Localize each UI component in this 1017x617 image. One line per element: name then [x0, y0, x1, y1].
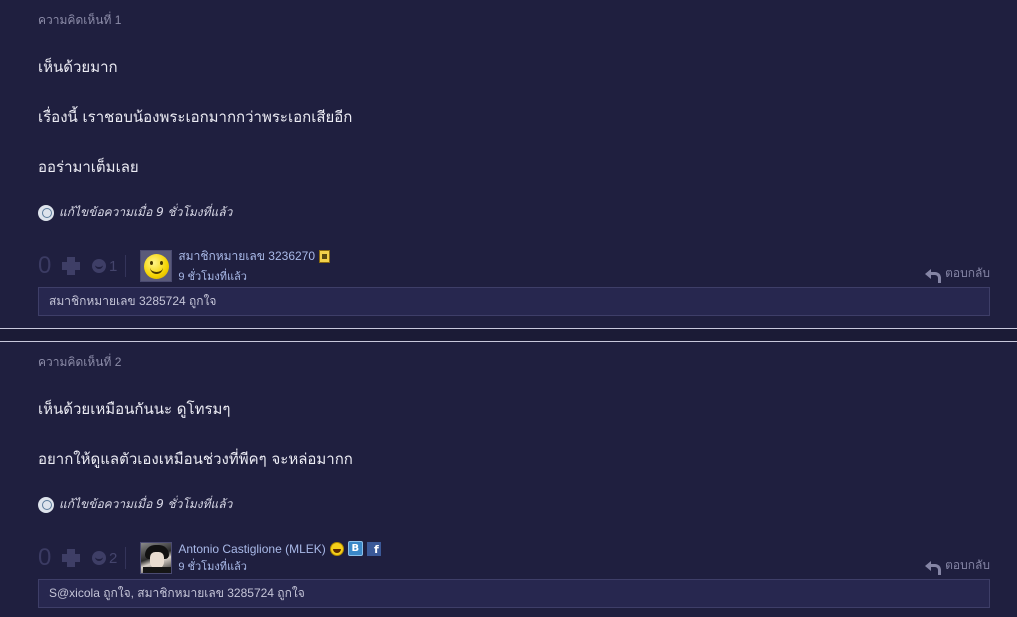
post-time: 9 ชั่วโมงที่แล้ว [178, 271, 247, 283]
vote-count: 0 [38, 252, 52, 279]
edit-note[interactable]: แก้ไขข้อความเมื่อ 9 ชั่วโมงที่แล้ว [38, 495, 232, 514]
reply-arrow-icon [925, 560, 942, 575]
avatar[interactable] [140, 542, 173, 574]
edit-note-text: แก้ไขข้อความเมื่อ 9 ชั่วโมงที่แล้ว [59, 205, 233, 219]
comment-toolbar: 0 2 Antonio Castiglione (MLEK) B f 9 ชั่… [38, 541, 381, 575]
emotion-icon[interactable] [92, 259, 106, 273]
likes-box: S@xicola ถูกใจ, สมาชิกหมายเลข 3285724 ถู… [38, 579, 990, 608]
toolbar-divider [125, 255, 127, 277]
facebook-icon[interactable]: f [366, 541, 381, 556]
comment-text-line: เห็นด้วยมาก [38, 58, 118, 76]
avatar[interactable] [140, 250, 173, 282]
emotion-icon[interactable] [92, 551, 106, 565]
plus-vote-icon[interactable] [60, 547, 82, 569]
reply-label: ตอบกลับ [945, 558, 990, 572]
comment-text-line: เห็นด้วยเหมือนกันนะ ดูโทรมๆ [38, 400, 231, 418]
comment-toolbar: 0 1 สมาชิกหมายเลข 3236270 9 ชั่วโมงที่แล… [38, 247, 331, 285]
emotion-count[interactable]: 1 [109, 258, 117, 275]
vote-count: 0 [38, 544, 52, 571]
reply-label: ตอบกลับ [945, 266, 990, 280]
laugh-emoji-icon [329, 541, 344, 556]
emotion-count[interactable]: 2 [109, 550, 117, 567]
comment-1: ความคิดเห็นที่ 1 เห็นด้วยมาก เรื่องนี้ เ… [0, 0, 1017, 328]
comment-number-label: ความคิดเห็นที่ 1 [38, 13, 122, 27]
comment-2: ความคิดเห็นที่ 2 เห็นด้วยเหมือนกันนะ ดูโ… [0, 342, 1017, 617]
member-card-icon [319, 250, 331, 263]
comment-text-line: อยากให้ดูแลตัวเองเหมือนช่วงที่พีคๆ จะหล่… [38, 450, 353, 468]
comment-text-line: ออร่ามาเต็มเลย [38, 158, 139, 176]
comment-divider [0, 328, 1017, 342]
user-info: สมาชิกหมายเลข 3236270 9 ชั่วโมงที่แล้ว [178, 247, 331, 285]
user-name-link[interactable]: สมาชิกหมายเลข 3236270 [178, 247, 315, 266]
reply-arrow-icon [925, 268, 942, 283]
user-info: Antonio Castiglione (MLEK) B f 9 ชั่วโมง… [178, 541, 381, 575]
toolbar-divider [125, 547, 127, 569]
edit-note[interactable]: แก้ไขข้อความเมื่อ 9 ชั่วโมงที่แล้ว [38, 203, 232, 222]
edit-note-text: แก้ไขข้อความเมื่อ 9 ชั่วโมงที่แล้ว [59, 497, 233, 511]
reply-button[interactable]: ตอบกลับ [925, 264, 990, 283]
edit-history-icon [38, 496, 54, 513]
user-name-link[interactable]: Antonio Castiglione (MLEK) [178, 542, 325, 556]
comment-text-line: เรื่องนี้ เราชอบน้องพระเอกมากกว่าพระเอกเ… [38, 108, 353, 126]
edit-history-icon [38, 204, 54, 221]
post-time: 9 ชั่วโมงที่แล้ว [178, 561, 247, 573]
reply-button[interactable]: ตอบกลับ [925, 556, 990, 575]
smiley-face-icon [144, 254, 170, 279]
likes-box: สมาชิกหมายเลข 3285724 ถูกใจ [38, 287, 990, 316]
plus-vote-icon[interactable] [60, 255, 82, 277]
blog-badge-icon[interactable]: B [347, 541, 363, 556]
comment-number-label: ความคิดเห็นที่ 2 [38, 355, 122, 369]
